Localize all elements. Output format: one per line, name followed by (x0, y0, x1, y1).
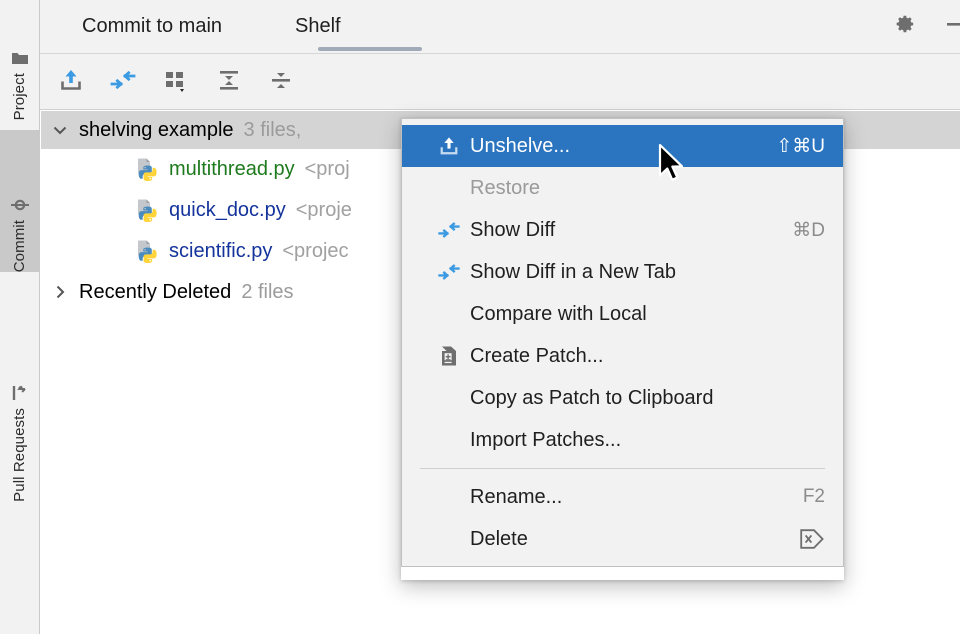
chevron-right-icon[interactable] (41, 282, 79, 302)
file-path: <proje (295, 199, 352, 221)
expand-all-button[interactable] (210, 64, 248, 100)
minimize-button[interactable] (938, 0, 960, 53)
python-file-icon (135, 198, 161, 224)
file-path: <proj (304, 158, 350, 180)
menu-item-show-diff-shortcut: ⌘D (792, 219, 825, 241)
menu-item-unshelve-label: Unshelve... (470, 134, 571, 157)
tab-commit-to-main-label: Commit to main (82, 15, 223, 37)
backspace-key-icon (799, 528, 825, 550)
menu-separator (420, 468, 825, 469)
menu-item-unshelve[interactable]: Unshelve... ⇧⌘U (402, 125, 843, 167)
changelist-count: 3 files, (243, 118, 302, 141)
show-diff-icon (428, 259, 470, 285)
shelf-tool-window: Project Commit Pull Requests Commit to m… (0, 0, 960, 634)
tab-commit-to-main[interactable]: Commit to main (72, 0, 232, 53)
collapse-all-icon (267, 66, 295, 99)
recently-deleted-count: 2 files (241, 280, 294, 303)
collapse-all-button[interactable] (262, 64, 300, 100)
show-diff-icon (428, 217, 470, 243)
tab-shelf[interactable]: Shelf (285, 0, 351, 53)
rail-tab-pull-requests[interactable]: Pull Requests (0, 280, 39, 502)
tab-shelf-label: Shelf (295, 15, 341, 37)
menu-item-unshelve-shortcut: ⇧⌘U (776, 135, 825, 157)
menu-item-show-diff-new-tab-label: Show Diff in a New Tab (470, 260, 677, 283)
file-name: scientific.py (169, 240, 273, 262)
shelf-context-menu[interactable]: Unshelve... ⇧⌘U Restore Show Diff ⌘D Sho… (401, 118, 844, 567)
menu-icon-placeholder (428, 301, 470, 327)
unshelve-button[interactable] (52, 64, 90, 100)
menu-item-create-patch-label: Create Patch... (470, 344, 604, 367)
unshelve-icon (57, 66, 85, 99)
rail-tab-pull-requests-label: Pull Requests (11, 408, 28, 502)
menu-item-show-diff[interactable]: Show Diff ⌘D (402, 209, 843, 251)
menu-icon-placeholder (428, 526, 470, 552)
menu-icon-placeholder (428, 175, 470, 201)
rail-tab-project[interactable]: Project (0, 0, 39, 120)
menu-item-copy-as-patch-label: Copy as Patch to Clipboard (470, 386, 714, 409)
menu-item-import-patches[interactable]: Import Patches... (402, 419, 843, 461)
show-diff-icon (109, 66, 137, 99)
menu-item-rename-label: Rename... (470, 485, 563, 508)
recently-deleted-name: Recently Deleted (79, 280, 232, 303)
menu-item-restore: Restore (402, 167, 843, 209)
create-patch-icon (428, 343, 470, 369)
gear-icon (893, 12, 917, 41)
menu-item-compare-with-local-label: Compare with Local (470, 302, 647, 325)
commit-node-icon (10, 196, 29, 214)
file-name: multithread.py (169, 158, 295, 180)
file-name: quick_doc.py (169, 199, 286, 221)
menu-item-compare-with-local[interactable]: Compare with Local (402, 293, 843, 335)
show-diff-button[interactable] (104, 64, 142, 100)
expand-all-icon (215, 66, 243, 99)
menu-item-delete-label: Delete (470, 527, 528, 550)
rail-tab-commit-label: Commit (11, 219, 28, 272)
menu-item-import-patches-label: Import Patches... (470, 428, 622, 451)
menu-icon-placeholder (428, 385, 470, 411)
menu-item-delete[interactable]: Delete (402, 518, 843, 560)
menu-item-rename-shortcut: F2 (802, 486, 825, 507)
pull-request-icon (11, 384, 29, 402)
menu-item-copy-as-patch[interactable]: Copy as Patch to Clipboard (402, 377, 843, 419)
menu-icon-placeholder (428, 484, 470, 510)
menu-item-create-patch[interactable]: Create Patch... (402, 335, 843, 377)
left-tool-rail: Project Commit Pull Requests (0, 0, 40, 634)
menu-item-restore-label: Restore (470, 176, 541, 199)
python-file-icon (135, 239, 161, 265)
python-file-icon (135, 157, 161, 183)
minimize-icon (945, 12, 960, 41)
menu-icon-placeholder (428, 427, 470, 453)
file-path: <projec (282, 240, 349, 262)
group-by-button[interactable] (158, 64, 196, 100)
folder-icon (11, 49, 29, 67)
tab-strip: Commit to main Shelf (40, 0, 960, 54)
changelist-name: shelving example (79, 118, 234, 141)
shelf-toolbar (40, 54, 960, 110)
tab-shelf-active-indicator (318, 47, 422, 51)
group-by-icon (162, 66, 192, 99)
settings-button[interactable] (885, 0, 925, 53)
rail-tab-commit[interactable]: Commit (0, 130, 39, 272)
chevron-down-icon[interactable] (41, 120, 79, 140)
rail-tab-project-label: Project (11, 72, 28, 120)
menu-item-show-diff-new-tab[interactable]: Show Diff in a New Tab (402, 251, 843, 293)
menu-item-show-diff-label: Show Diff (470, 218, 556, 241)
menu-item-rename[interactable]: Rename... F2 (402, 476, 843, 518)
unshelve-icon (428, 133, 470, 159)
